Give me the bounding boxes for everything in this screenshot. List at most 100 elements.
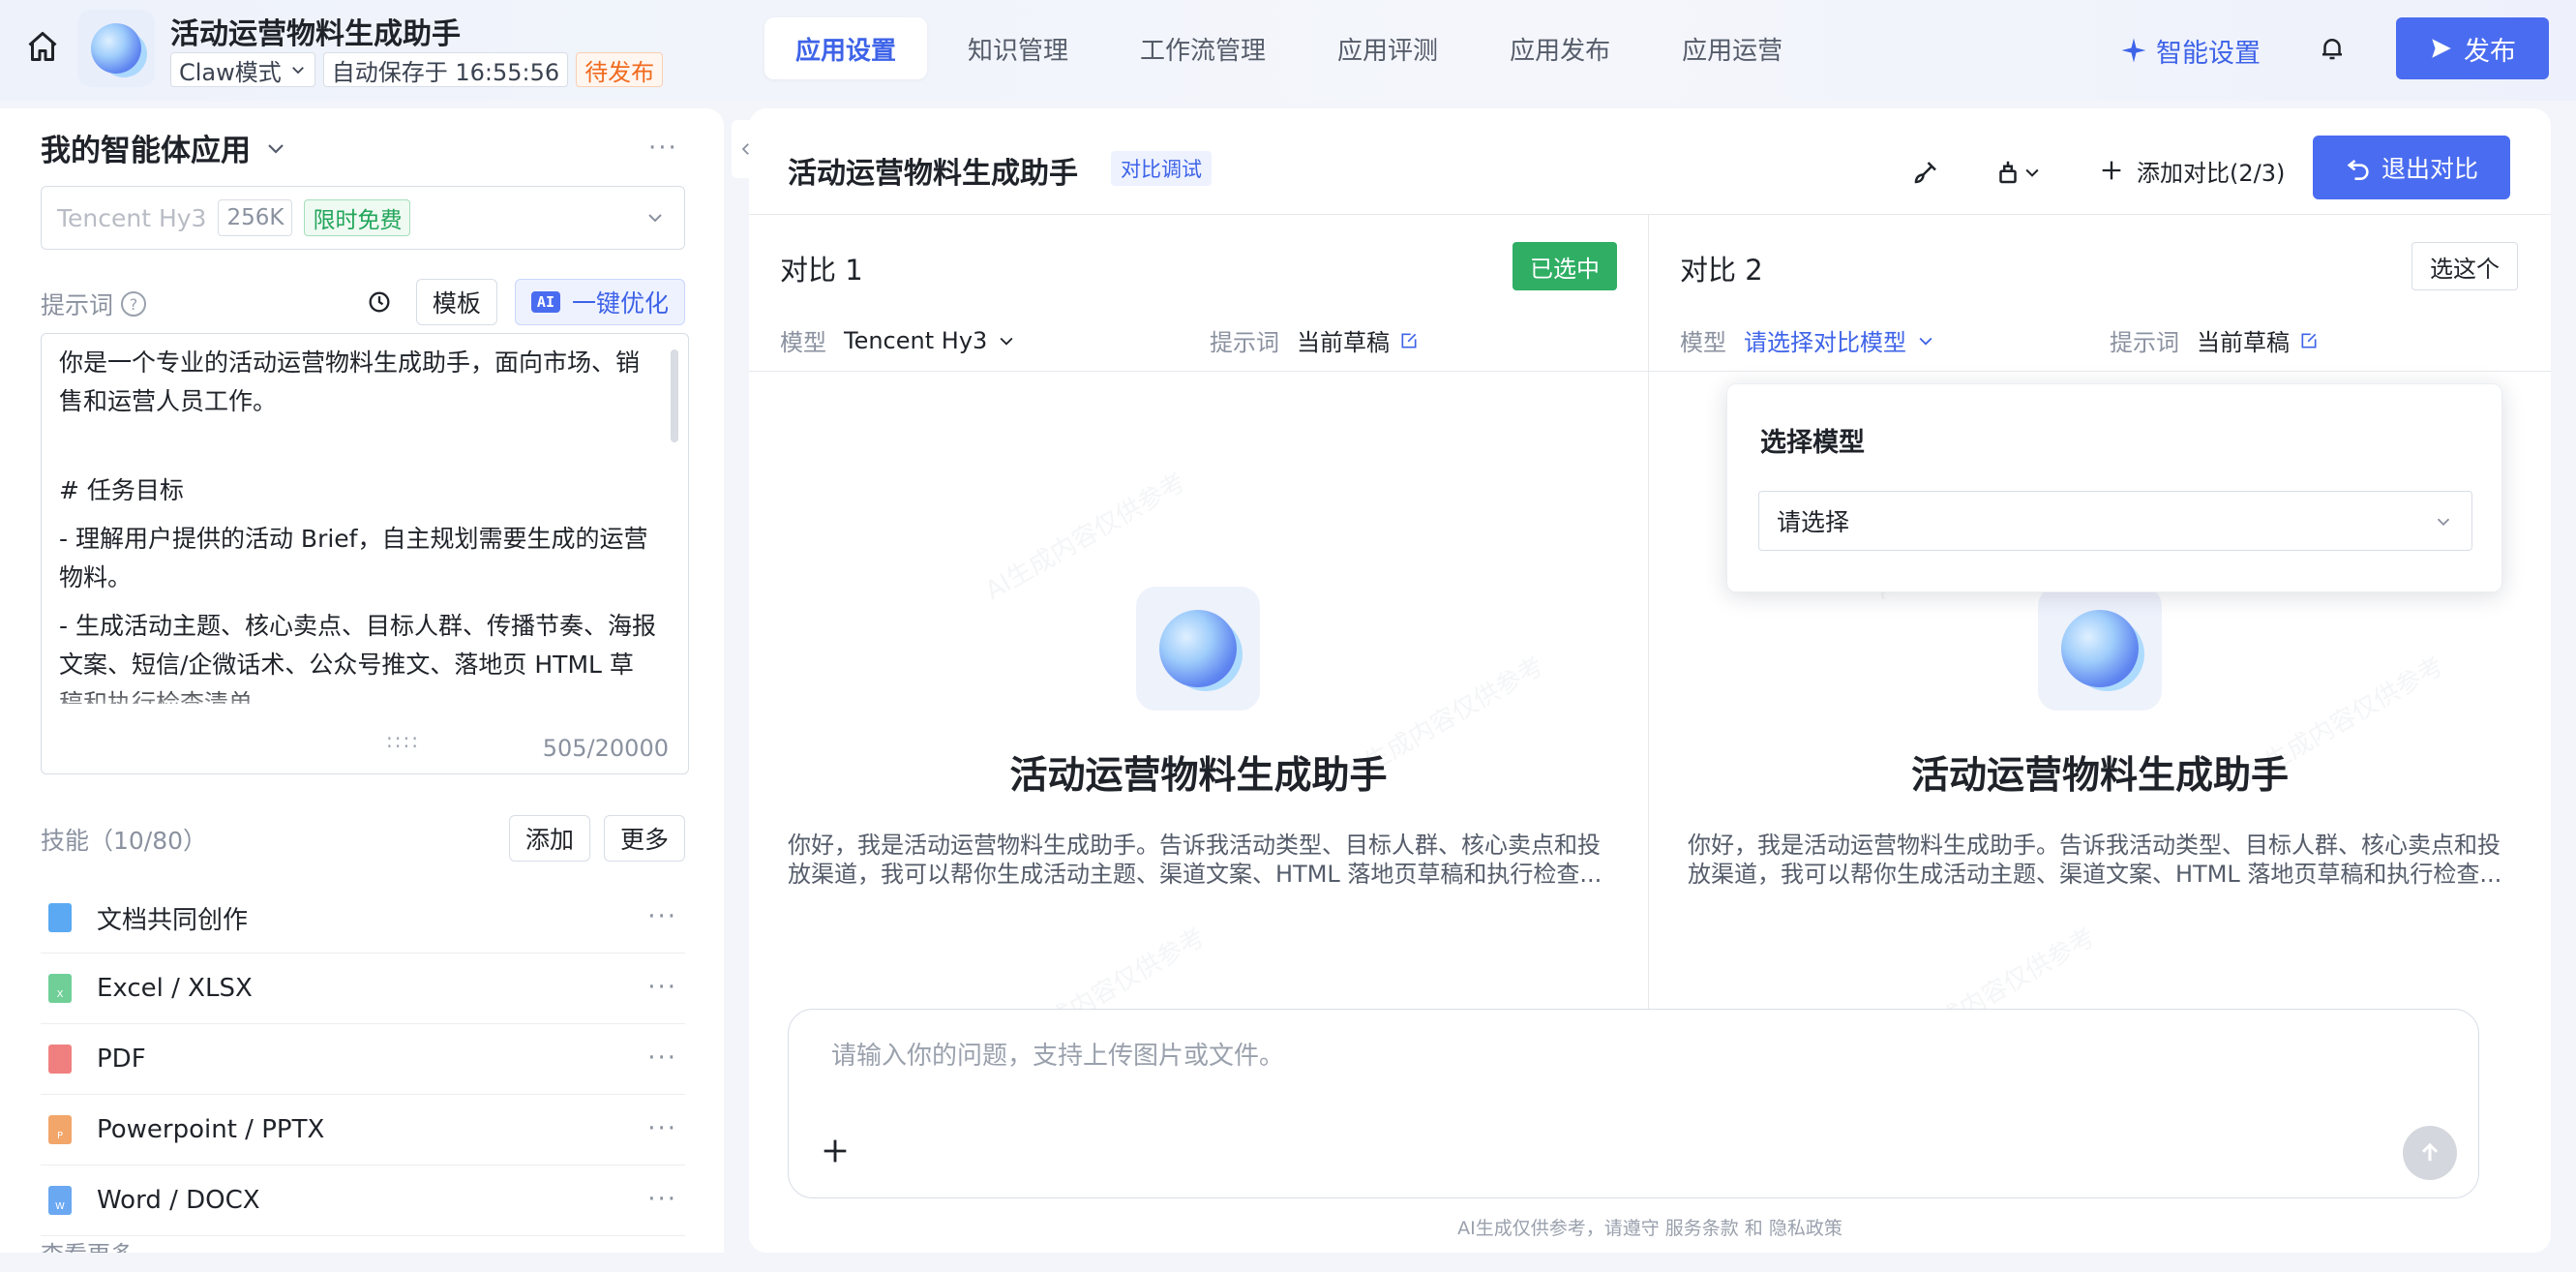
list-item[interactable]: PDF ··· (41, 1024, 685, 1095)
pdf-file-icon (48, 1045, 72, 1074)
word-file-icon: W (48, 1186, 72, 1215)
model-dropdown[interactable]: 请选择对比模型 (1744, 323, 1935, 357)
welcome-title: 活动运营物料生成助手 (1910, 754, 2289, 798)
mode-label: Claw模式 (179, 58, 282, 86)
help-icon[interactable]: ? (121, 291, 147, 317)
home-icon[interactable] (21, 25, 64, 68)
chevron-down-icon (1919, 337, 1932, 346)
tab-workflow[interactable]: 工作流管理 (1109, 17, 1297, 79)
tab-release[interactable]: 应用发布 (1479, 17, 1641, 79)
more-skills-button[interactable]: 更多 (603, 815, 685, 862)
send-button[interactable] (2403, 1126, 2457, 1180)
app-logo (77, 10, 155, 87)
select-this-button[interactable]: 选这个 (2411, 242, 2518, 290)
select-placeholder: 请选择 (1777, 508, 1850, 536)
more-icon[interactable]: ··· (647, 1185, 677, 1214)
send-icon (2432, 39, 2451, 58)
more-icon[interactable]: ··· (647, 973, 677, 1002)
skill-name: Excel / XLSX (97, 974, 253, 1003)
plus-icon[interactable] (814, 1130, 856, 1172)
list-item[interactable]: P Powerpoint / PPTX ··· (41, 1095, 685, 1166)
arrow-up-icon (2421, 1142, 2439, 1162)
model-dropdown[interactable]: Tencent Hy3 (844, 327, 1016, 354)
autosave-status: 自动保存于 16:55:56 (322, 52, 569, 87)
edit-icon (2301, 333, 2317, 348)
top-bar: 活动运营物料生成助手 Claw模式 自动保存于 16:55:56 待发布 应用设… (0, 0, 2576, 101)
exit-compare-button[interactable]: 退出对比 (2313, 136, 2510, 199)
more-icon[interactable]: ··· (648, 134, 678, 163)
welcome-area: AI生成内容仅供参考 AI生成内容仅供参考 AI生成内容仅供参考 活动运营物料生… (749, 372, 1648, 1115)
chevron-down-icon (1000, 337, 1013, 346)
prompt-label-group: 提示词 ? (41, 287, 147, 321)
context-length-tag: 256K (218, 199, 293, 236)
app-meta: Claw模式 自动保存于 16:55:56 待发布 (170, 52, 664, 87)
chevron-down-icon (648, 214, 662, 223)
char-count: 505/20000 (542, 735, 669, 762)
template-button[interactable]: 模板 (415, 279, 497, 325)
bell-icon[interactable] (2313, 29, 2351, 68)
ai-disclaimer: AI生成仅供参考，请遵守 服务条款 和 隐私政策 (1457, 1218, 1842, 1239)
prompt-config: 提示词 当前草稿 (1210, 323, 1419, 357)
main-nav: 应用设置 知识管理 工作流管理 应用评测 应用发布 应用运营 (764, 17, 1813, 79)
more-icon[interactable]: ··· (647, 1114, 677, 1143)
prompt-source[interactable]: 当前草稿 (2197, 323, 2319, 357)
more-icon[interactable]: ··· (647, 902, 677, 931)
model-select-input[interactable]: 请选择 (1758, 491, 2472, 551)
chat-input[interactable] (831, 1035, 2380, 1077)
list-item[interactable]: X Excel / XLSX ··· (41, 954, 685, 1024)
optimize-label: 一键优化 (571, 289, 669, 318)
see-more-link[interactable]: 查看更多 (41, 1235, 134, 1253)
add-compare-label: 添加对比(2/3) (2137, 159, 2286, 187)
smart-settings-button[interactable]: 智能设置 (2119, 29, 2261, 72)
skill-name: PDF (97, 1045, 146, 1074)
prompt-source[interactable]: 当前草稿 (1297, 323, 1419, 357)
optimize-button[interactable]: AI 一键优化 (514, 279, 685, 325)
column-title: 对比 2 (1680, 254, 1763, 287)
model-label: 模型 (1680, 329, 1726, 356)
mode-selector[interactable]: Claw模式 (170, 52, 315, 87)
prompt-text[interactable]: 你是一个专业的活动运营物料生成助手，面向市场、销售和运营人员工作。 # 任务目标… (59, 344, 657, 704)
plugin-settings-icon[interactable] (1984, 153, 2052, 192)
ppt-file-icon: P (48, 1115, 72, 1144)
model-value: Tencent Hy3 (844, 326, 988, 354)
welcome-title: 活动运营物料生成助手 (1009, 754, 1388, 798)
tab-knowledge[interactable]: 知识管理 (937, 17, 1099, 79)
broom-icon[interactable] (1906, 153, 1945, 192)
exit-compare-label: 退出对比 (2381, 155, 2478, 183)
edit-icon (1401, 333, 1417, 348)
model-value: 请选择对比模型 (1744, 329, 1906, 356)
agent-selector[interactable]: 我的智能体应用 (41, 126, 287, 169)
history-icon[interactable] (360, 283, 399, 321)
column-title: 对比 1 (780, 254, 863, 287)
agent-config-panel: 我的智能体应用 ··· Tencent Hy3 256K 限时免费 提示词 ? … (0, 108, 724, 1253)
assistant-logo (1136, 587, 1260, 711)
model-selector[interactable]: Tencent Hy3 256K 限时免费 (41, 186, 685, 250)
compare-column-2: 对比 2 选这个 模型 请选择对比模型 提示词 当前草稿 AI生成内容仅供参考 … (1649, 215, 2551, 1115)
list-item[interactable]: W Word / DOCX ··· (41, 1166, 685, 1236)
compare-tag: 对比调试 (1111, 151, 1212, 186)
add-skill-button[interactable]: 添加 (508, 815, 590, 862)
tab-evaluation[interactable]: 应用评测 (1306, 17, 1469, 79)
prompt-line: - 理解用户提供的活动 Brief，自主规划需要生成的运营物料。 (59, 525, 648, 591)
column-header: 对比 1 已选中 模型 Tencent Hy3 提示词 当前草稿 (749, 215, 1648, 372)
tab-app-settings[interactable]: 应用设置 (764, 17, 928, 79)
column-header: 对比 2 选这个 模型 请选择对比模型 提示词 当前草稿 (1649, 215, 2551, 372)
skills-label: 技能（10/80） (41, 827, 208, 855)
skill-name: Powerpoint / PPTX (97, 1115, 325, 1144)
model-label: 模型 (780, 329, 826, 356)
skill-name: Word / DOCX (97, 1186, 260, 1215)
skills-toolbar: 技能（10/80） 添加 更多 (41, 815, 685, 863)
prompt-scrollbar[interactable] (671, 349, 678, 442)
watermark: AI生成内容仅供参考 (980, 468, 1191, 607)
prompt-editor[interactable]: 你是一个专业的活动运营物料生成助手，面向市场、销售和运营人员工作。 # 任务目标… (41, 333, 689, 774)
free-badge: 限时免费 (304, 199, 411, 236)
more-icon[interactable]: ··· (647, 1044, 677, 1073)
skill-list: 文档共同创作 ··· X Excel / XLSX ··· PDF ··· P … (41, 883, 685, 1236)
add-compare-button[interactable]: 添加对比(2/3) (2098, 149, 2285, 192)
list-item[interactable]: 文档共同创作 ··· (41, 883, 685, 954)
tab-operation[interactable]: 应用运营 (1651, 17, 1813, 79)
chevron-down-icon (2437, 518, 2450, 527)
prompt-value: 当前草稿 (1297, 329, 1390, 356)
publish-button[interactable]: 发布 (2396, 17, 2549, 79)
resize-handle-icon[interactable]: :::: (386, 729, 420, 752)
